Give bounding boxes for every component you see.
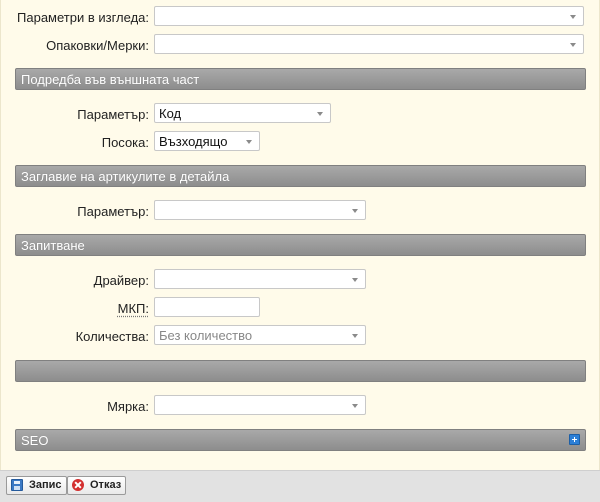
inquiry-driver-row: Драйвер: <box>1 269 600 293</box>
inquiry-driver-select[interactable] <box>154 269 366 289</box>
cancel-button-label: Отказ <box>90 479 121 491</box>
outer-sort-direction-value: Възходящо <box>159 134 227 149</box>
detail-title-param-label: Параметър: <box>77 204 149 219</box>
chevron-down-icon <box>352 209 358 213</box>
outer-sort-direction-select[interactable]: Възходящо <box>154 131 260 151</box>
section-header-outer-sort[interactable]: Подредба във външната част <box>15 68 586 90</box>
bottom-toolbar: Запис Отказ <box>0 470 600 502</box>
save-icon <box>11 479 23 491</box>
chevron-down-icon <box>570 43 576 47</box>
outer-sort-param-select[interactable]: Код <box>154 103 331 123</box>
inquiry-quantities-value: Без количество <box>159 328 252 343</box>
outer-sort-param-value: Код <box>159 106 181 121</box>
outer-sort-param-row: Параметър: Код <box>1 103 600 127</box>
section-header-seo[interactable]: SEO <box>15 429 586 451</box>
chevron-down-icon <box>570 15 576 19</box>
chevron-down-icon <box>352 404 358 408</box>
outer-sort-direction-row: Посока: Възходящо <box>1 131 600 155</box>
view-params-label: Параметри в изгледа: <box>17 10 149 25</box>
outer-sort-direction-label: Посока: <box>102 135 149 150</box>
inquiry-quantities-select[interactable]: Без количество <box>154 325 366 345</box>
chevron-down-icon <box>352 334 358 338</box>
inquiry-mkp-label: МКП: <box>118 301 149 316</box>
section-title: Запитване <box>21 238 85 253</box>
inquiry-mkp-input[interactable] <box>154 297 260 317</box>
chevron-down-icon <box>352 278 358 282</box>
section-title: SEO <box>21 433 48 448</box>
section-title: Подредба във външната част <box>21 72 199 87</box>
view-params-row: Параметри в изгледа: <box>1 6 600 30</box>
save-button-label: Запис <box>29 479 62 491</box>
section-header-blank[interactable] <box>15 360 586 382</box>
plus-icon[interactable] <box>569 434 580 445</box>
chevron-down-icon <box>317 112 323 116</box>
cancel-button[interactable]: Отказ <box>67 476 126 495</box>
cancel-icon <box>72 479 84 491</box>
measure-label: Мярка: <box>107 399 149 414</box>
packaging-label: Опаковки/Мерки: <box>46 38 149 53</box>
packaging-row: Опаковки/Мерки: <box>1 34 600 58</box>
section-header-inquiry[interactable]: Запитване <box>15 234 586 256</box>
inquiry-driver-label: Драйвер: <box>94 273 149 288</box>
inquiry-quantities-row: Количества: Без количество <box>1 325 600 349</box>
chevron-down-icon <box>246 140 252 144</box>
measure-select[interactable] <box>154 395 366 415</box>
packaging-select[interactable] <box>154 34 584 54</box>
section-title: Заглавие на артикулите в детайла <box>21 169 229 184</box>
inquiry-mkp-row: МКП: <box>1 297 600 321</box>
outer-sort-param-label: Параметър: <box>77 107 149 122</box>
section-header-detail-title[interactable]: Заглавие на артикулите в детайла <box>15 165 586 187</box>
view-params-select[interactable] <box>154 6 584 26</box>
inquiry-quantities-label: Количества: <box>76 329 149 344</box>
measure-row: Мярка: <box>1 395 600 419</box>
detail-title-param-select[interactable] <box>154 200 366 220</box>
detail-title-param-row: Параметър: <box>1 200 600 224</box>
save-button[interactable]: Запис <box>6 476 67 495</box>
form-container: Параметри в изгледа: Опаковки/Мерки: Под… <box>0 0 600 470</box>
